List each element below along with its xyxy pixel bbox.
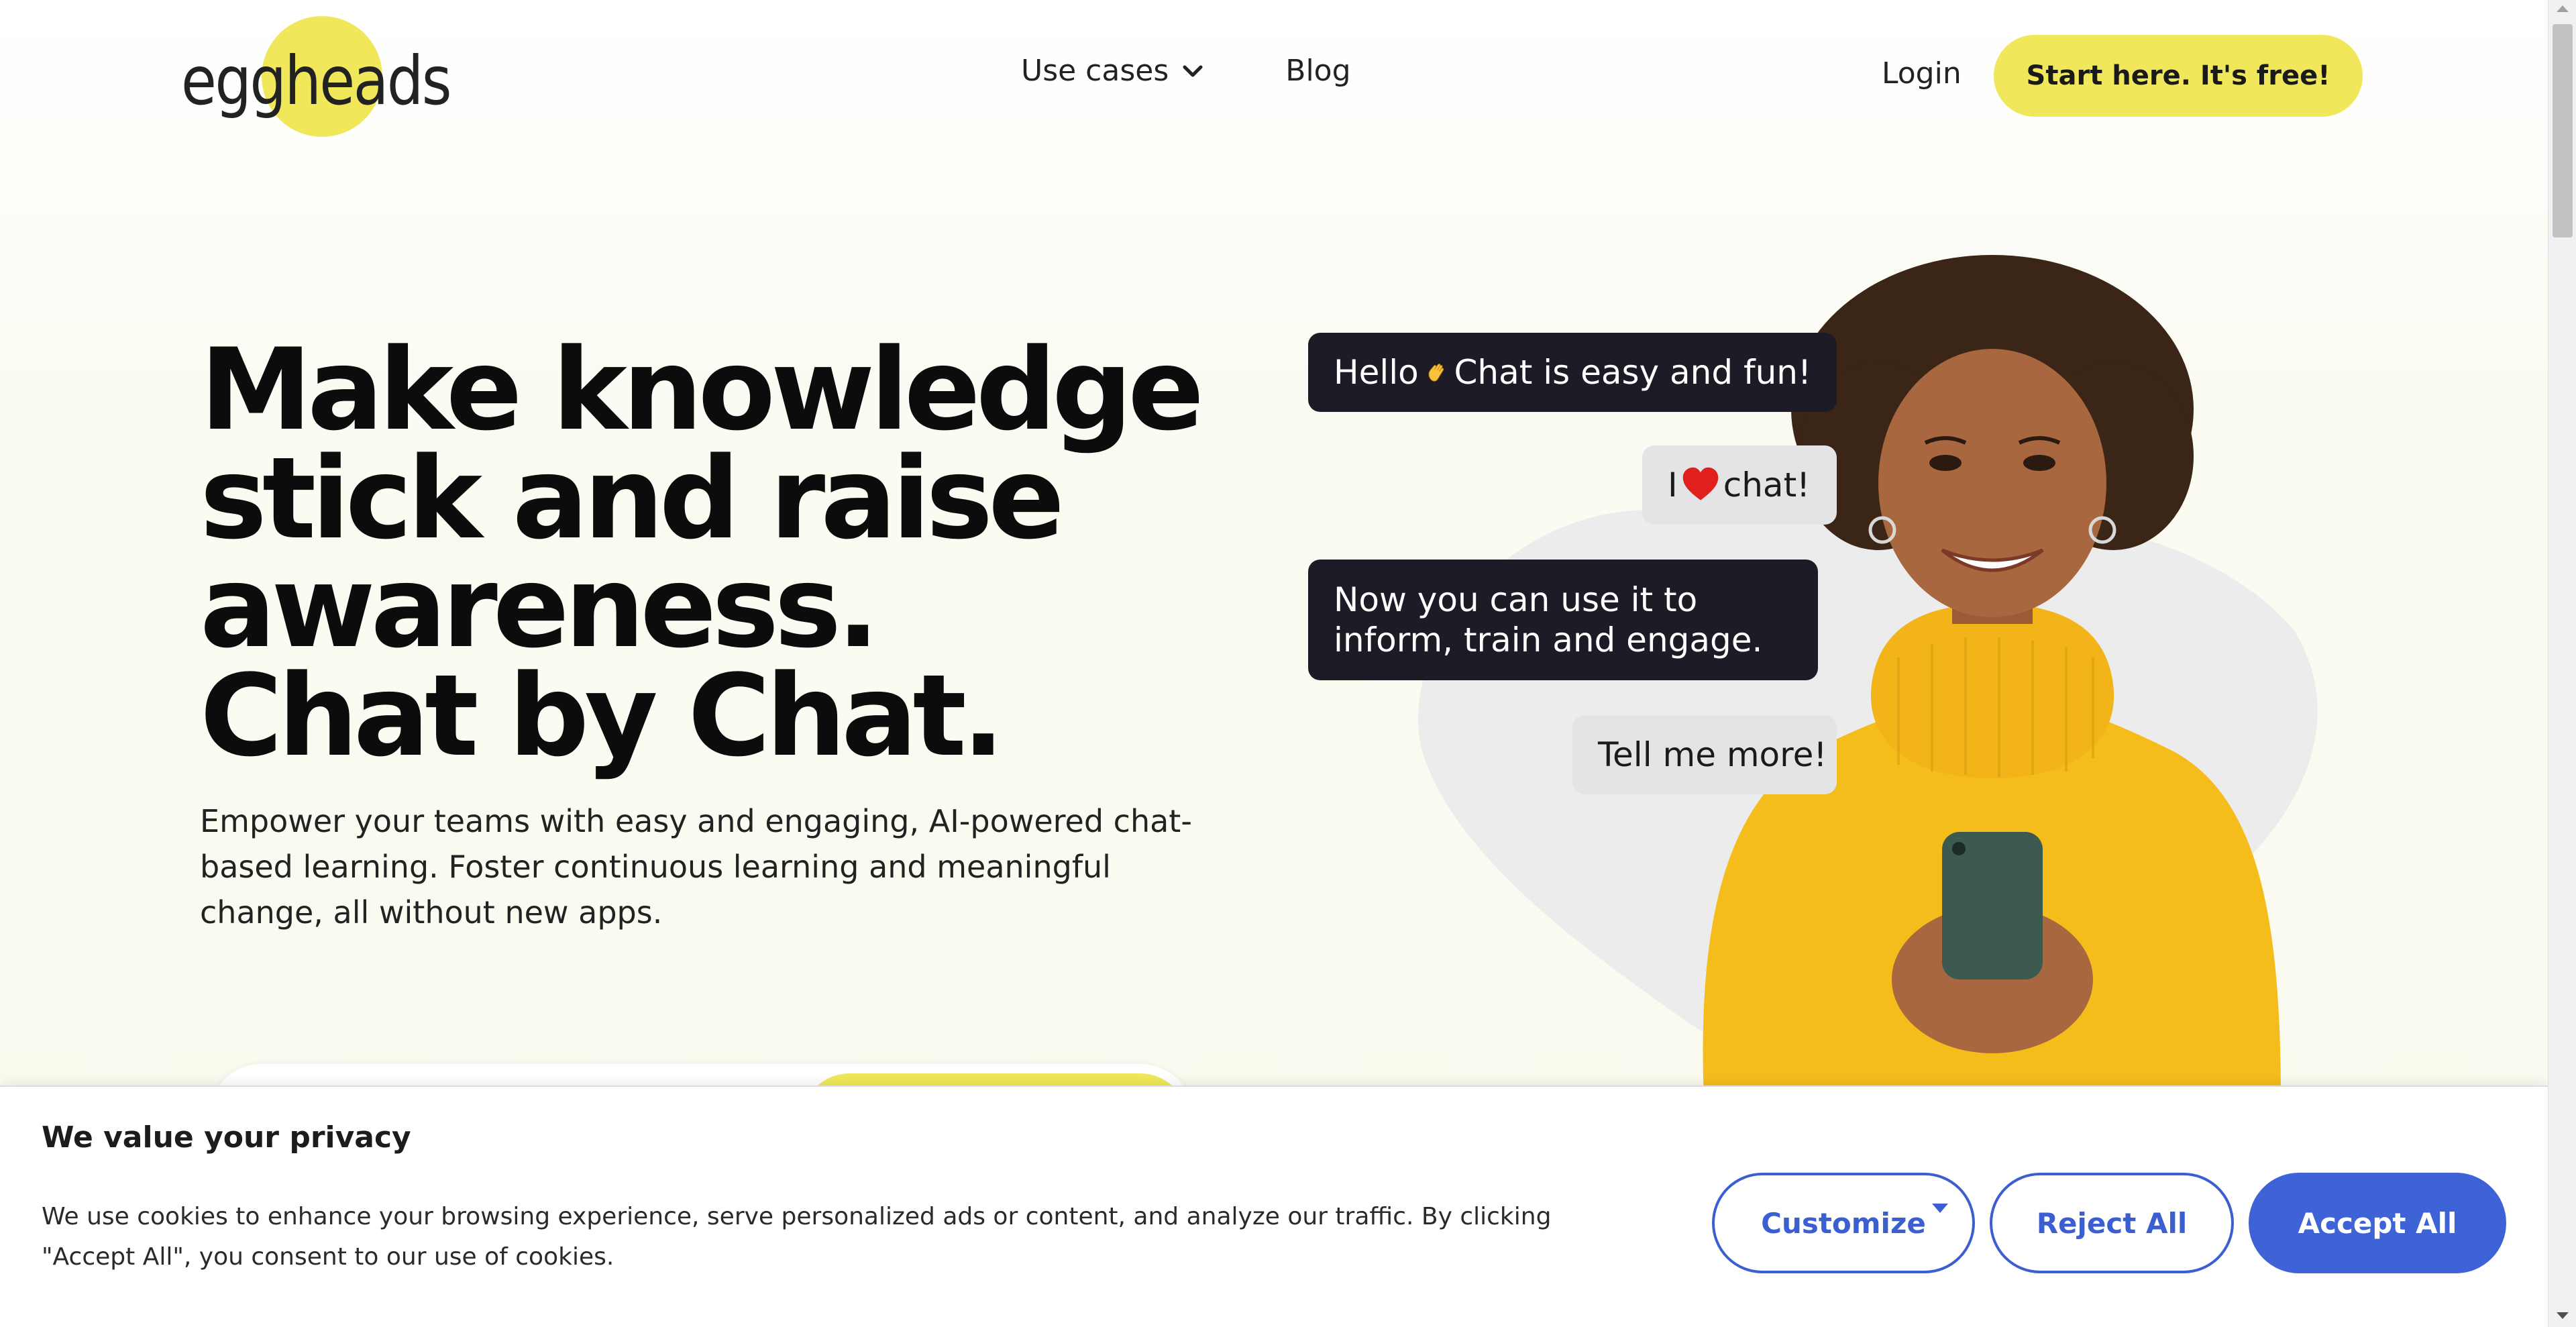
cookie-text: We use cookies to enhance your browsing … — [42, 1203, 1552, 1271]
caret-down-icon — [1932, 1204, 1948, 1213]
customize-button[interactable]: Customize — [1712, 1173, 1975, 1273]
chat-bubble-hello-pre: Hello — [1334, 353, 1419, 392]
main-nav: Use cases Blog — [1021, 54, 1351, 88]
chat-bubble-tell-more: Tell me more! — [1572, 715, 1837, 794]
hero-title-line-1: Make knowledge — [200, 324, 1204, 456]
chat-bubble-love-post: chat! — [1723, 466, 1811, 505]
scrollbar-thumb[interactable] — [2553, 24, 2573, 237]
hero-title-line-2: stick and raise — [200, 433, 1065, 564]
heart-icon — [1682, 467, 1718, 500]
nav-blog[interactable]: Blog — [1285, 54, 1350, 88]
hero-title-line-4: Chat by Chat. — [200, 650, 1005, 782]
scroll-down-arrow-icon[interactable] — [2557, 1312, 2569, 1319]
logo[interactable]: eggheads — [181, 16, 452, 137]
hero-subtitle: Empower your teams with easy and engagin… — [200, 803, 1192, 931]
chevron-down-icon — [1183, 64, 1203, 77]
page-scrollbar[interactable] — [2548, 0, 2576, 1327]
nav-use-cases-label: Use cases — [1021, 54, 1169, 88]
customize-label: Customize — [1761, 1206, 1926, 1240]
page: eggheads Use cases Blog Login Start here… — [0, 0, 2548, 1327]
logo-wordmark: eggheads — [181, 42, 452, 120]
reject-all-button[interactable]: Reject All — [1990, 1173, 2234, 1273]
chat-bubble-love-chat: I chat! — [1642, 445, 1837, 525]
login-link[interactable]: Login — [1882, 56, 1962, 91]
chat-bubble-inform-text: Now you can use it to inform, train and … — [1334, 580, 1763, 659]
nav-use-cases[interactable]: Use cases — [1021, 54, 1205, 88]
site-header: eggheads Use cases Blog Login Start here… — [0, 0, 2548, 154]
cookie-title: We value your privacy — [42, 1120, 411, 1155]
start-free-button[interactable]: Start here. It's free! — [1994, 35, 2363, 117]
chat-bubble-love-pre: I — [1668, 466, 1678, 505]
cookie-consent-banner: We value your privacy We use cookies to … — [0, 1085, 2548, 1327]
accept-all-button[interactable]: Accept All — [2249, 1173, 2506, 1273]
hero-title: Make knowledge stick and raise awareness… — [200, 324, 1206, 782]
waving-hand-icon — [1428, 364, 1444, 382]
hero-title-line-3: awareness. — [200, 541, 879, 673]
chat-bubble-inform: Now you can use it to inform, train and … — [1308, 560, 1818, 680]
chat-bubble-hello-post: Chat is easy and fun! — [1454, 353, 1812, 392]
scroll-up-arrow-icon[interactable] — [2557, 5, 2569, 12]
chat-bubble-hello: Hello Chat is easy and fun! — [1308, 333, 1837, 412]
